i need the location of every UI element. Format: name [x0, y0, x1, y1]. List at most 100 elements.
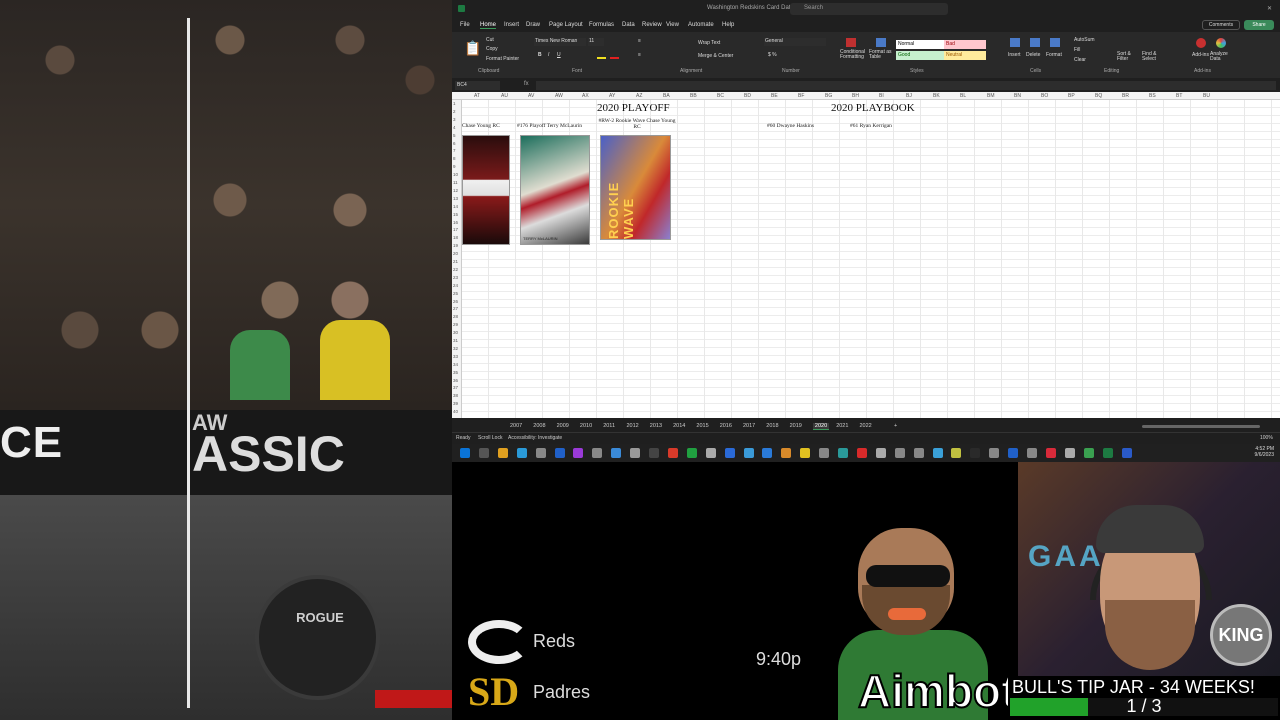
row-header[interactable]: 3 [453, 117, 456, 122]
style-good[interactable]: Good [896, 51, 944, 60]
column-header[interactable]: BP [1068, 93, 1075, 99]
sheet-tab-2011[interactable]: 2011 [603, 423, 615, 429]
sheet-tab-2016[interactable]: 2016 [720, 423, 732, 429]
column-header[interactable]: AX [582, 93, 589, 99]
cut-button[interactable]: Cut [486, 37, 494, 43]
delete-button[interactable]: Delete [1026, 52, 1040, 58]
column-header[interactable]: BN [1014, 93, 1021, 99]
column-header[interactable]: BK [933, 93, 940, 99]
row-header[interactable]: 14 [453, 204, 458, 209]
find-select-button[interactable]: Find & Select [1142, 52, 1164, 62]
align-top-icon[interactable]: ≡ [638, 38, 641, 44]
menu-help[interactable]: Help [722, 22, 734, 28]
taskbar-app-icon[interactable] [951, 448, 962, 458]
row-header[interactable]: 32 [453, 346, 458, 351]
column-header[interactable]: BU [1203, 93, 1210, 99]
row-header[interactable]: 9 [453, 164, 456, 169]
sheet-tab-2021[interactable]: 2021 [836, 423, 848, 429]
column-header[interactable]: AY [609, 93, 615, 99]
row-header[interactable]: 10 [453, 172, 458, 177]
sheet-tab-2018[interactable]: 2018 [766, 423, 778, 429]
column-header[interactable]: BA [663, 93, 670, 99]
column-header[interactable]: BR [1122, 93, 1129, 99]
sheet-tab-2014[interactable]: 2014 [673, 423, 685, 429]
row-header[interactable]: 28 [453, 314, 458, 319]
format-button[interactable]: Format [1046, 52, 1062, 58]
taskbar-app-icon[interactable] [875, 448, 886, 458]
row-header[interactable]: 15 [453, 212, 458, 217]
row-header[interactable]: 25 [453, 291, 458, 296]
format-as-table-button[interactable]: Format as Table [869, 50, 895, 60]
row-header[interactable]: 6 [453, 141, 456, 146]
row-header[interactable]: 29 [453, 322, 458, 327]
search-input[interactable]: Search [790, 3, 948, 15]
column-header[interactable]: BM [987, 93, 995, 99]
number-format-select[interactable]: General [764, 38, 826, 46]
menu-insert[interactable]: Insert [504, 22, 519, 28]
column-header[interactable]: AU [501, 93, 508, 99]
row-header[interactable]: 20 [453, 251, 458, 256]
column-header[interactable]: AT [474, 93, 480, 99]
taskbar-app-icon[interactable] [1102, 448, 1113, 458]
menu-formulas[interactable]: Formulas [589, 22, 614, 28]
column-header[interactable]: BD [744, 93, 751, 99]
row-header[interactable]: 12 [453, 188, 458, 193]
card-image-chase-young[interactable] [462, 135, 510, 245]
taskbar-app-icon[interactable] [932, 448, 943, 458]
taskbar-app-icon[interactable] [989, 448, 1000, 458]
taskbar-app-icon[interactable] [856, 448, 867, 458]
taskbar-app-icon[interactable] [686, 448, 697, 458]
column-header[interactable]: BQ [1095, 93, 1102, 99]
font-name-select[interactable]: Times New Roman [534, 38, 586, 46]
column-header[interactable]: BE [771, 93, 778, 99]
column-header[interactable]: BJ [906, 93, 912, 99]
add-sheet-button[interactable]: + [894, 423, 897, 429]
font-color-icon[interactable] [610, 57, 619, 59]
taskbar-app-icon[interactable] [478, 448, 489, 458]
taskbar-app-icon[interactable] [705, 448, 716, 458]
row-header[interactable]: 2 [453, 109, 456, 114]
row-header[interactable]: 37 [453, 385, 458, 390]
row-header[interactable]: 24 [453, 283, 458, 288]
taskbar-app-icon[interactable] [460, 448, 470, 458]
autosum-button[interactable]: AutoSum [1074, 37, 1095, 43]
row-header[interactable]: 40 [453, 409, 458, 414]
column-header[interactable]: BO [1041, 93, 1048, 99]
menu-review[interactable]: Review [642, 22, 662, 28]
paste-icon[interactable]: 📋 [464, 40, 481, 57]
menu-file[interactable]: File [460, 22, 470, 28]
sheet-tab-2008[interactable]: 2008 [533, 423, 545, 429]
row-header[interactable]: 30 [453, 330, 458, 335]
sheet-tab-2012[interactable]: 2012 [627, 423, 639, 429]
row-header[interactable]: 17 [453, 227, 458, 232]
clear-button[interactable]: Clear [1074, 57, 1086, 63]
column-header[interactable]: BI [879, 93, 884, 99]
align-left-icon[interactable]: ≡ [638, 52, 641, 58]
taskbar-app-icon[interactable] [592, 448, 603, 458]
row-header[interactable]: 39 [453, 401, 458, 406]
row-header[interactable]: 13 [453, 196, 458, 201]
column-header[interactable]: BH [852, 93, 859, 99]
zoom-level[interactable]: 100% [1260, 435, 1273, 441]
bold-button[interactable]: B [538, 52, 542, 58]
taskbar-app-icon[interactable] [630, 448, 641, 458]
merge-center-button[interactable]: Merge & Center [698, 53, 733, 59]
row-header[interactable]: 31 [453, 338, 458, 343]
column-header[interactable]: AZ [636, 93, 642, 99]
row-header[interactable]: 26 [453, 299, 458, 304]
format-painter-button[interactable]: Format Painter [486, 56, 519, 62]
fill-button[interactable]: Fill [1074, 47, 1080, 53]
wrap-text-button[interactable]: Wrap Text [698, 40, 720, 46]
taskbar-app-icon[interactable] [1008, 448, 1019, 458]
horizontal-scrollbar[interactable] [1142, 425, 1260, 428]
italic-button[interactable]: I [548, 52, 549, 58]
sheet-tab-2020[interactable]: 2020 [812, 423, 830, 430]
column-header[interactable]: BF [798, 93, 804, 99]
taskbar-app-icon[interactable] [649, 448, 659, 458]
row-header[interactable]: 11 [453, 180, 458, 185]
taskbar-app-icon[interactable] [819, 448, 830, 458]
column-header[interactable]: BS [1149, 93, 1156, 99]
taskbar-app-icon[interactable] [894, 448, 905, 458]
analyze-data-button[interactable]: Analyze Data [1210, 52, 1232, 62]
formula-input[interactable] [536, 81, 1276, 90]
